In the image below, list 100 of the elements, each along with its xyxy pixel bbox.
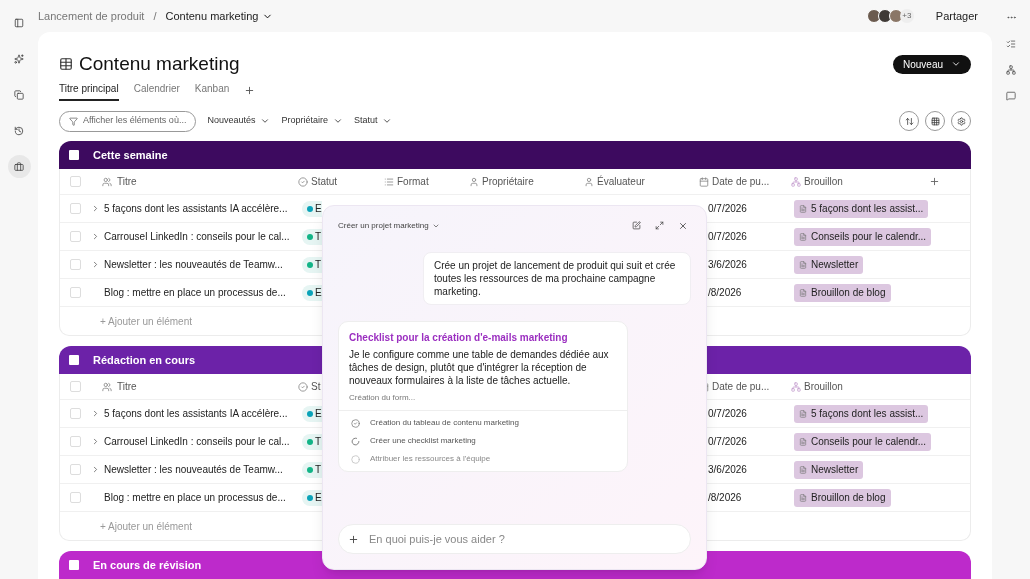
item-title[interactable]: Carrousel LinkedIn : conseils pour le cal...: [104, 434, 290, 449]
document-icon: [799, 288, 807, 297]
expand-icon[interactable]: [91, 232, 100, 241]
row-checkbox[interactable]: [70, 259, 81, 270]
breadcrumb-current[interactable]: Contenu marketing: [165, 7, 259, 25]
draft-tag[interactable]: 5 façons dont les assist...: [794, 404, 929, 423]
chevron-down-icon[interactable]: [431, 222, 440, 230]
expand-icon[interactable]: [655, 221, 664, 230]
add-column-icon[interactable]: [929, 176, 940, 187]
chevron-down-icon: [260, 116, 271, 126]
expand-icon[interactable]: [91, 204, 100, 213]
row-checkbox[interactable]: [70, 492, 81, 503]
row-checkbox[interactable]: [70, 203, 81, 214]
share-button[interactable]: Partager: [935, 7, 978, 25]
row-checkbox[interactable]: [70, 287, 81, 298]
breadcrumb-separator: /: [153, 8, 157, 24]
column-header[interactable]: St: [311, 379, 321, 394]
document-icon: [799, 232, 807, 241]
card-body: Je le configure comme une table de demandes dédiée aux tâches de design, plutôt que d'intégrer la réception de nouveaux formulaires à la liste de tâches actuelle.: [349, 348, 610, 387]
edit-icon[interactable]: [632, 221, 641, 230]
checklist-icon[interactable]: [1006, 39, 1016, 49]
status-pill[interactable]: E: [302, 489, 322, 506]
draft-tag[interactable]: Newsletter: [794, 255, 864, 274]
row-checkbox[interactable]: [70, 408, 81, 419]
item-title[interactable]: Carrousel LinkedIn : conseils pour le cal...: [104, 229, 290, 244]
draft-tag[interactable]: Newsletter: [794, 460, 864, 479]
column-header[interactable]: Format: [397, 174, 429, 189]
row-checkbox[interactable]: [70, 436, 81, 447]
filter-dropdown[interactable]: Statut: [353, 114, 393, 128]
group-title: Cette semaine: [93, 147, 168, 163]
column-header[interactable]: Statut: [311, 174, 338, 189]
date-text: 0/7/2026: [707, 202, 748, 216]
column-header[interactable]: Brouillon: [804, 379, 843, 394]
breadcrumb-link[interactable]: Lancement de produit: [38, 7, 145, 25]
group-title: Rédaction en cours: [93, 352, 196, 368]
row-checkbox[interactable]: [70, 231, 81, 242]
check-circle-icon: [298, 381, 308, 392]
avatar: [877, 9, 892, 23]
document-icon: [799, 493, 807, 502]
view-tab[interactable]: Titre principal: [59, 81, 119, 101]
checkbox[interactable]: [70, 176, 81, 187]
expand-icon[interactable]: [91, 437, 100, 446]
column-header[interactable]: Titre: [117, 379, 137, 394]
status-pill[interactable]: E: [302, 405, 322, 422]
view-tab[interactable]: Kanban: [194, 81, 230, 101]
expand-icon[interactable]: [91, 465, 100, 474]
draft-tag[interactable]: Brouillon de blog: [794, 488, 891, 507]
status-pill[interactable]: E: [302, 200, 322, 217]
item-title[interactable]: 5 façons dont les assistants IA accélère...: [104, 406, 288, 421]
status-pill[interactable]: T: [302, 461, 322, 478]
column-header[interactable]: Brouillon: [804, 174, 843, 189]
status-pill[interactable]: E: [302, 284, 322, 301]
add-view-icon[interactable]: [244, 85, 256, 96]
comment-icon[interactable]: [1006, 91, 1016, 101]
expand-icon[interactable]: [91, 260, 100, 269]
group-checkbox[interactable]: [69, 150, 79, 160]
status-pill[interactable]: T: [302, 228, 322, 245]
date-text: 0/7/2026: [707, 407, 748, 421]
status-pill[interactable]: T: [302, 256, 322, 273]
close-icon[interactable]: [678, 221, 688, 231]
column-header[interactable]: Date de pu...: [712, 379, 770, 394]
draft-tag[interactable]: Brouillon de blog: [794, 283, 891, 302]
column-header[interactable]: Évaluateur: [597, 174, 645, 189]
step-label: Attribuer les ressources à l'équipe: [370, 453, 491, 465]
column-header[interactable]: Titre: [117, 174, 137, 189]
chat-input[interactable]: En quoi puis-je vous aider ?: [338, 524, 691, 554]
list-icon: [384, 176, 394, 187]
item-title[interactable]: Newsletter : les nouveautés de Teamw...: [104, 257, 283, 272]
avatar: [888, 9, 903, 23]
item-title[interactable]: Blog : mettre en place un processus de...: [104, 285, 286, 300]
item-title[interactable]: Newsletter : les nouveautés de Teamw...: [104, 462, 283, 477]
check-circle-icon: [298, 176, 308, 187]
column-header[interactable]: Propriétaire: [482, 174, 534, 189]
new-button[interactable]: Nouveau: [892, 54, 971, 74]
assistant-title[interactable]: Créer un projet marketing: [338, 220, 429, 232]
step-label: Créer une checklist marketing: [370, 435, 476, 447]
plus-icon[interactable]: [348, 534, 359, 545]
item-title[interactable]: Blog : mettre en place un processus de...: [104, 490, 286, 505]
draft-tag[interactable]: 5 façons dont les assist...: [794, 199, 929, 218]
avatar-count: +3: [899, 9, 914, 23]
relation-icon[interactable]: [1006, 65, 1016, 75]
status-pill[interactable]: T: [302, 433, 322, 450]
item-title[interactable]: 5 façons dont les assistants IA accélère...: [104, 201, 288, 216]
avatar: [866, 9, 881, 23]
group-header[interactable]: Cette semaine: [59, 141, 971, 169]
document-icon: [799, 204, 807, 213]
group-checkbox[interactable]: [69, 355, 79, 365]
column-header[interactable]: Date de pu...: [712, 174, 770, 189]
group-checkbox[interactable]: [69, 560, 79, 570]
draft-tag[interactable]: Conseils pour le calendr...: [794, 432, 932, 451]
date-text: 0/7/2026: [707, 435, 748, 449]
filter-dropdown[interactable]: Propriétaire: [281, 114, 343, 128]
document-icon: [799, 437, 807, 446]
expand-icon[interactable]: [91, 409, 100, 418]
card-title: Checklist pour la création d'e-mails marketing: [349, 331, 569, 345]
row-checkbox[interactable]: [70, 464, 81, 475]
filter-dropdown[interactable]: Nouveautés: [207, 114, 271, 128]
draft-tag[interactable]: Conseils pour le calendr...: [794, 227, 932, 246]
view-tab[interactable]: Calendrier: [133, 81, 180, 101]
checkbox[interactable]: [70, 381, 81, 392]
